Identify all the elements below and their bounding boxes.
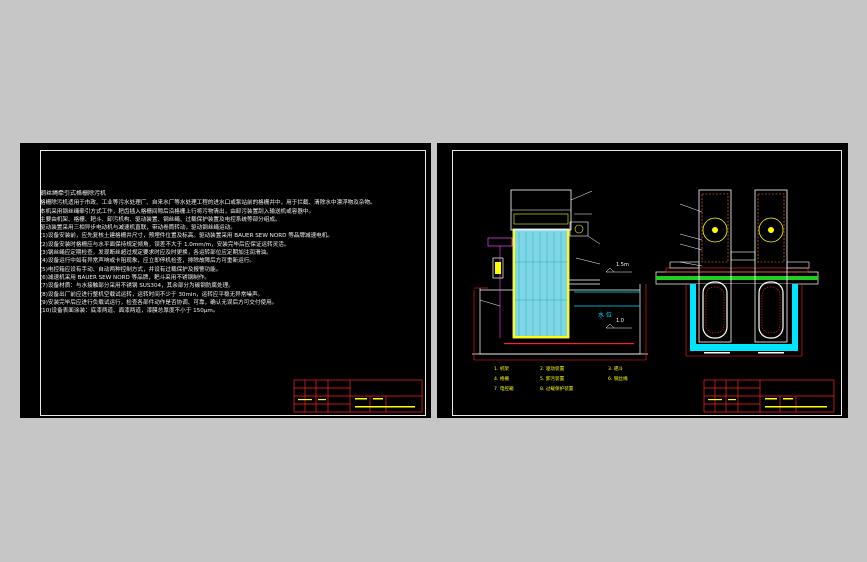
right-title-block bbox=[703, 379, 835, 413]
